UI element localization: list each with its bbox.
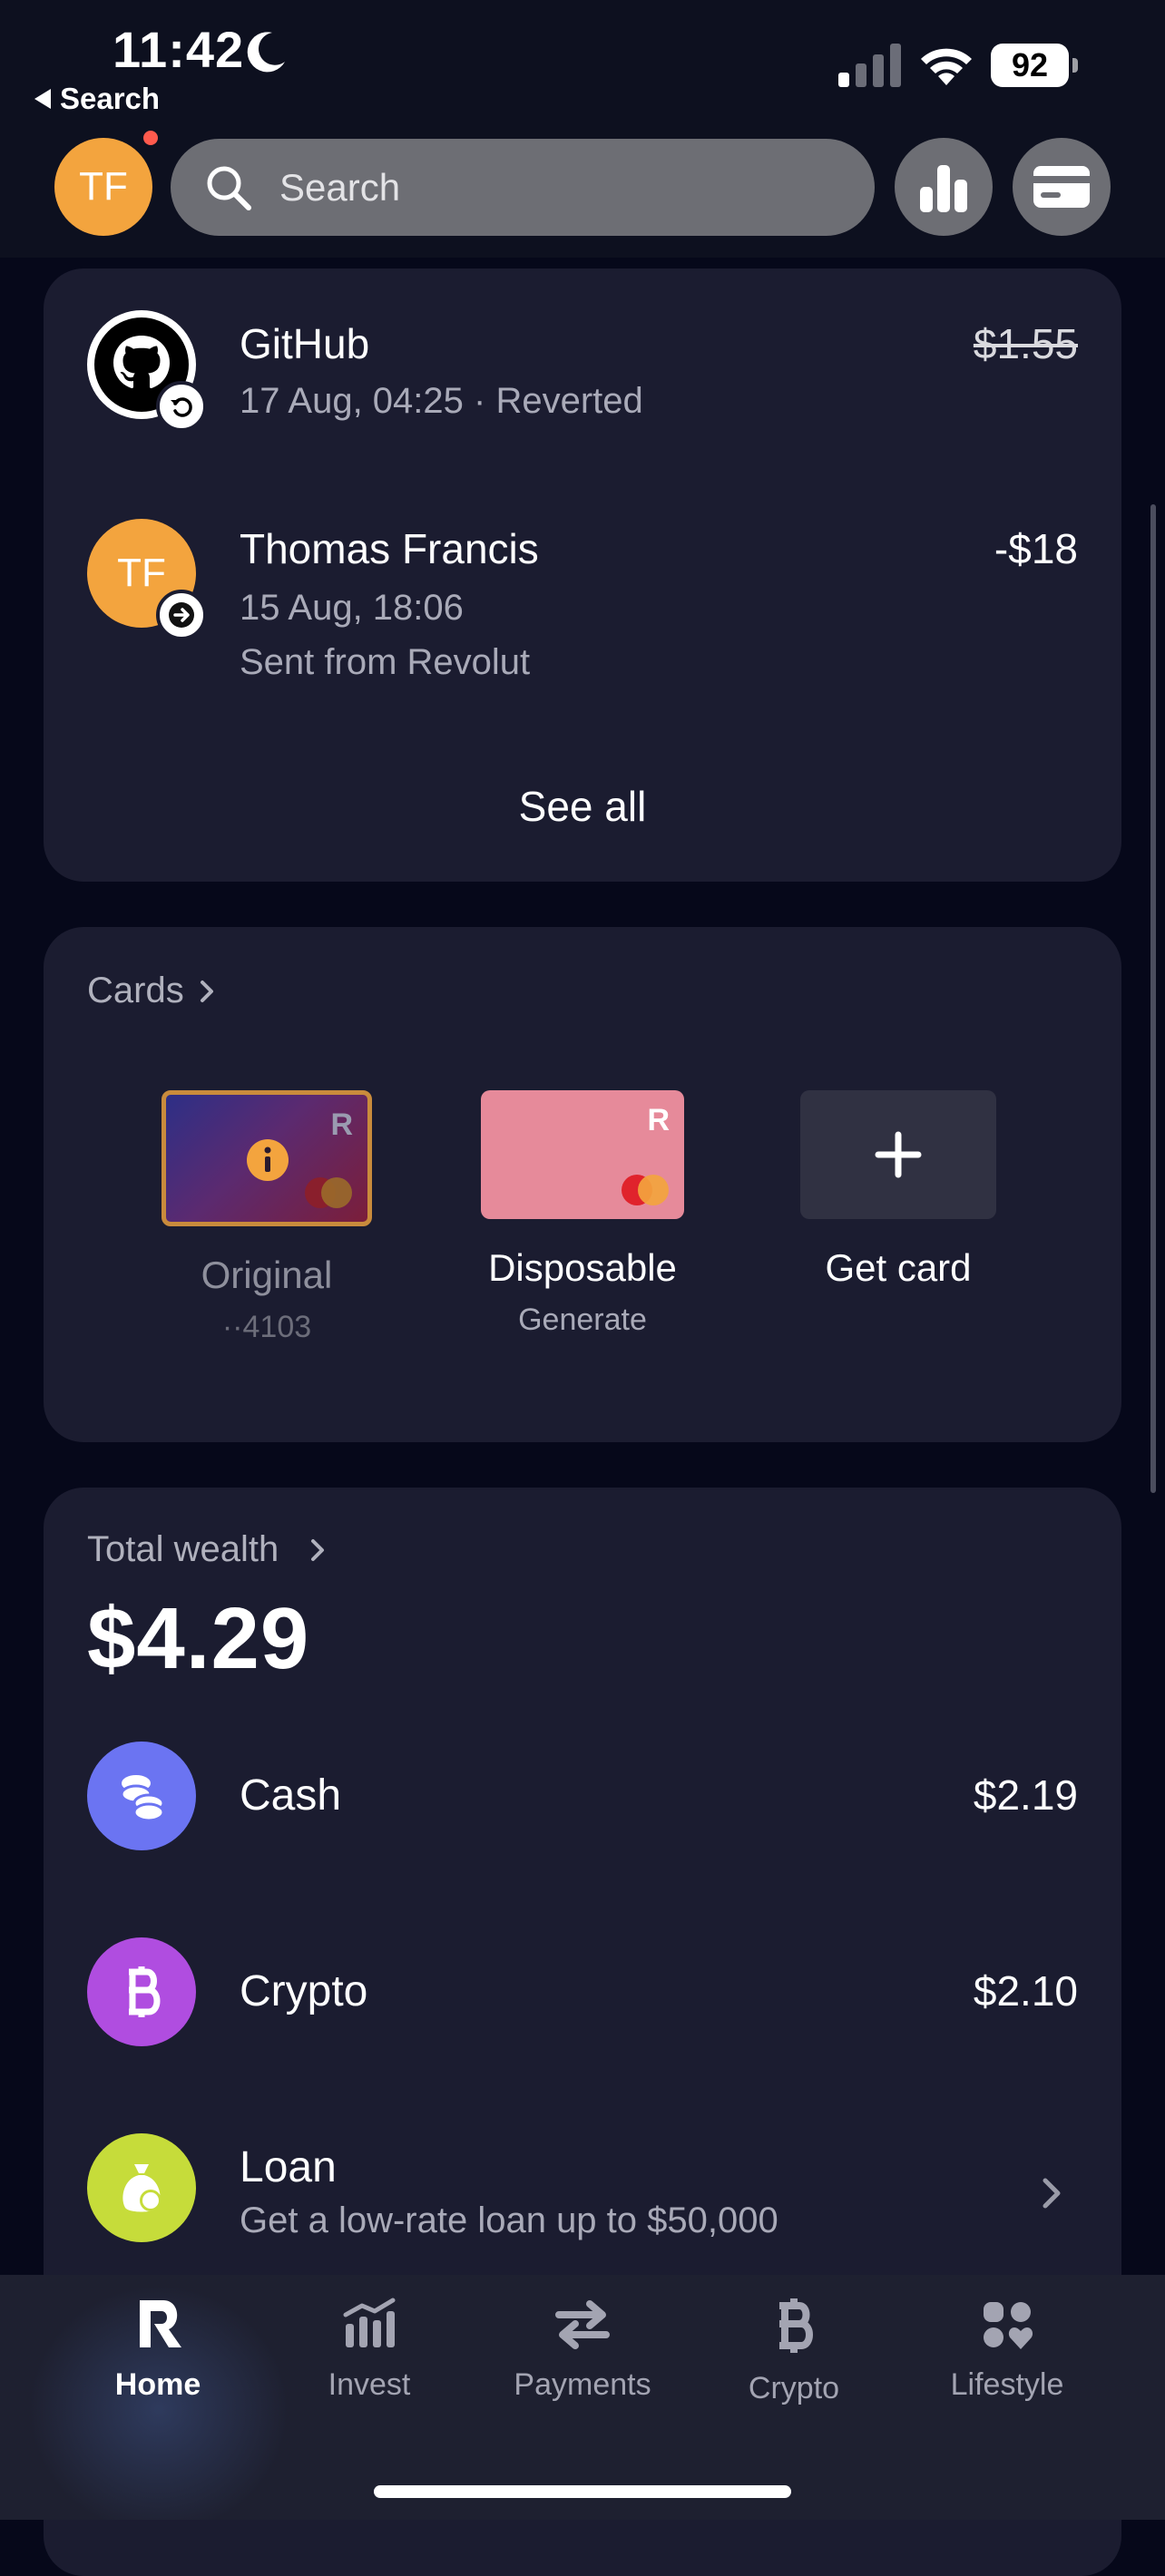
see-all-button[interactable]: See all [44, 782, 1121, 831]
card-label: Disposable [488, 1246, 677, 1289]
wealth-row-crypto[interactable]: Crypto $2.10 [44, 1937, 1121, 2046]
money-bag-icon [87, 2133, 196, 2242]
transaction-row-thomas-francis[interactable]: TF Thomas Francis 15 Aug, 18:06 Sent fro… [44, 468, 1121, 713]
status-time: 11:42 [113, 21, 245, 78]
get-card-thumbnail [800, 1090, 996, 1219]
transaction-name: Thomas Francis [240, 525, 539, 572]
revolut-r-icon [140, 2300, 181, 2347]
tab-label: Lifestyle [950, 2367, 1064, 2402]
tab-label: Payments [514, 2367, 651, 2402]
transactions-panel: GitHub 17 Aug, 04:25 · Reverted $1.55 TF… [44, 268, 1121, 882]
wealth-item-name: Loan [240, 2143, 337, 2191]
transaction-subtitle-2: Sent from Revolut [240, 642, 531, 682]
notification-dot [143, 131, 158, 145]
credit-card-icon [1033, 166, 1090, 208]
card-original-thumbnail: R [162, 1090, 372, 1226]
back-link-label: Search [60, 82, 161, 115]
tab-crypto[interactable]: Crypto [690, 2297, 898, 2424]
lifestyle-icon [984, 2302, 1033, 2349]
bar-chart-icon [920, 165, 967, 212]
wealth-row-cash[interactable]: Cash $2.19 [44, 1742, 1121, 1850]
search-bar[interactable] [171, 139, 875, 236]
search-icon [207, 166, 251, 210]
card-label: Original [201, 1254, 333, 1296]
revolut-logo: R [647, 1103, 670, 1137]
back-arrow-icon [34, 89, 51, 109]
transaction-subtitle: 15 Aug, 18:06 [240, 588, 464, 628]
cellular-signal-icon [838, 44, 901, 87]
tab-lifestyle[interactable]: Lifestyle [903, 2297, 1111, 2424]
card-original[interactable]: R Original ··4103 [149, 1090, 385, 1345]
moon-icon [247, 32, 285, 73]
tab-payments[interactable]: Payments [478, 2297, 687, 2424]
search-input[interactable] [278, 164, 844, 210]
wealth-item-name: Crypto [240, 1967, 368, 2015]
cards-title: Cards [87, 971, 184, 1010]
tab-label: Home [114, 2367, 201, 2402]
wifi-icon [921, 48, 972, 85]
transaction-amount: $1.55 [973, 320, 1078, 367]
coins-icon [87, 1742, 196, 1850]
profile-avatar[interactable]: TF [54, 138, 152, 236]
cards-panel: Cards R Original ··4103 R Disposable Gen… [44, 927, 1121, 1442]
revolut-logo: R [330, 1107, 353, 1142]
total-wealth-amount: $4.29 [87, 1590, 310, 1687]
transaction-amount: -$18 [994, 525, 1078, 572]
get-card-button[interactable]: Get card [780, 1090, 1016, 1290]
mastercard-logo [622, 1175, 669, 1205]
wealth-item-value: $2.19 [973, 1771, 1078, 1819]
tab-label: Crypto [748, 2371, 840, 2405]
tab-label: Invest [328, 2367, 411, 2402]
total-wealth-header[interactable]: Total wealth [87, 1529, 326, 1570]
card-disposable-thumbnail: R [481, 1090, 684, 1219]
home-indicator [374, 2485, 791, 2498]
wealth-item-value: $2.10 [973, 1967, 1078, 2015]
cards-header[interactable]: Cards [87, 971, 215, 1011]
mastercard-logo [305, 1177, 352, 1208]
battery-indicator: 92 [991, 44, 1080, 89]
wealth-item-name: Cash [240, 1771, 342, 1820]
transaction-subtitle: 17 Aug, 04:25 · Reverted [240, 381, 643, 421]
battery-level: 92 [991, 44, 1069, 87]
invest-chart-icon [343, 2298, 396, 2347]
tab-invest[interactable]: Invest [265, 2297, 474, 2424]
arrow-right-icon [156, 590, 207, 640]
info-icon [247, 1139, 289, 1181]
card-number: ··4103 [221, 1310, 312, 1344]
chevron-right-icon [311, 1538, 325, 1561]
scrollbar[interactable] [1150, 504, 1156, 1493]
analytics-button[interactable] [895, 138, 993, 236]
wealth-row-loan[interactable]: Loan Get a low-rate loan up to $50,000 [44, 2133, 1121, 2269]
back-to-search-link[interactable]: Search [34, 82, 160, 116]
revert-icon [156, 381, 207, 432]
bitcoin-icon [87, 1937, 196, 2046]
transaction-name: GitHub [240, 320, 370, 367]
cards-button[interactable] [1013, 138, 1111, 236]
total-wealth-title: Total wealth [87, 1529, 279, 1569]
card-sub: Generate [518, 1303, 647, 1337]
transaction-row-github[interactable]: GitHub 17 Aug, 04:25 · Reverted $1.55 [44, 268, 1121, 468]
chevron-right-icon [1043, 2178, 1061, 2209]
plus-icon [875, 1131, 922, 1178]
card-label: Get card [825, 1246, 972, 1289]
card-disposable[interactable]: R Disposable Generate [465, 1090, 700, 1338]
wealth-item-sub: Get a low-rate loan up to $50,000 [240, 2200, 778, 2240]
tab-home[interactable]: Home [54, 2297, 262, 2424]
bitcoin-icon [779, 2298, 813, 2353]
chevron-right-icon [200, 980, 213, 1002]
transfer-arrows-icon [555, 2300, 610, 2349]
